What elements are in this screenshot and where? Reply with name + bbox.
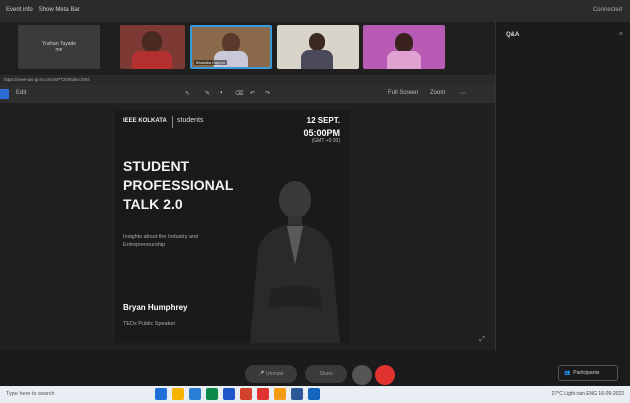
tab-meta-bar[interactable]: Show Meta Bar <box>39 7 80 13</box>
edge-icon[interactable] <box>189 388 201 400</box>
participant-video-active-speaker[interactable]: Bhawika Kapoor <box>190 25 272 69</box>
undo-icon[interactable]: ↶ <box>250 90 255 97</box>
tab-event-info[interactable]: Event info <box>6 7 33 13</box>
event-date-block: 12 SEPT. 05:00PM (GMT +5:30) <box>303 116 340 144</box>
taskbar-search[interactable]: Type here to search <box>6 391 55 397</box>
webex-icon[interactable] <box>308 388 320 400</box>
redo-icon[interactable]: ↷ <box>265 90 270 97</box>
microphone-icon: 🎤 <box>258 371 267 377</box>
participant-video-3[interactable] <box>277 25 359 69</box>
mail-icon[interactable] <box>223 388 235 400</box>
windows-taskbar: Type here to search 27°C Light rain ENG … <box>0 386 630 403</box>
unmute-label: Unmute <box>266 371 284 377</box>
shared-window-title: https://ieee-ias-gcsr.com/SPT20/index.ht… <box>0 75 495 85</box>
store-icon[interactable] <box>206 388 218 400</box>
app-icon[interactable] <box>274 388 286 400</box>
chrome-icon[interactable] <box>240 388 252 400</box>
participant-head <box>395 33 413 53</box>
more-options-button[interactable] <box>352 365 372 385</box>
participant-video-4[interactable] <box>363 25 445 69</box>
word-icon[interactable] <box>291 388 303 400</box>
expand-icon[interactable]: ⤢ <box>479 336 485 344</box>
event-description: Insights about the Industry and Entrepre… <box>123 234 199 248</box>
screen-share-area: https://ieee-ias-gcsr.com/SPT20/index.ht… <box>0 75 495 350</box>
speaker-role: TEDx Public Speaker <box>123 321 176 327</box>
participant-head <box>309 33 325 51</box>
fullscreen-button[interactable]: Full Screen <box>388 90 418 96</box>
people-icon: 👥 <box>564 370 571 376</box>
start-icon[interactable] <box>155 388 167 400</box>
end-call-button[interactable] <box>375 365 395 385</box>
meeting-controls: 🎤 Unmute Share <box>0 350 630 386</box>
logo-divider <box>172 116 173 128</box>
share-label: Share <box>319 371 333 377</box>
unmute-button[interactable]: 🎤 Unmute <box>245 365 297 383</box>
active-speaker-label: Bhawika Kapoor <box>194 60 228 65</box>
connection-status: Connected <box>592 7 622 13</box>
participant-tile-self[interactable]: Yushan Tayade me <box>18 25 100 69</box>
qa-title: Q&A <box>506 32 520 38</box>
participant-head <box>222 33 240 53</box>
event-headline: STUDENT PROFESSIONAL TALK 2.0 <box>123 157 233 214</box>
participant-head <box>142 31 162 53</box>
speaker-photo <box>250 181 340 343</box>
participant-sub: me <box>55 47 63 53</box>
window-top-bar: Event info Show Meta Bar Connected <box>0 0 630 22</box>
pointer-icon[interactable]: ↖ <box>185 90 190 97</box>
event-poster: IEEE KOLKATA students 12 SEPT. 05:00PM (… <box>115 110 350 343</box>
video-gallery: Yushan Tayade me Bhawika Kapoor <box>0 22 495 72</box>
participants-label: Participants <box>573 370 600 376</box>
file-explorer-icon[interactable] <box>172 388 184 400</box>
more-icon[interactable]: ⋯ <box>460 90 466 97</box>
zoom-button[interactable]: Zoom <box>430 90 445 96</box>
event-timezone: (GMT +5:30) <box>311 138 340 144</box>
event-time: 05:00PM <box>303 128 340 138</box>
participant-body <box>387 51 421 69</box>
share-toolbar: Edit ↖ ✎ ◐ ⌫ ↶ ↷ Full Screen Zoom ⋯ <box>0 85 495 103</box>
annotate-button[interactable] <box>0 89 9 99</box>
headline-line-3: TALK 2.0 <box>123 196 183 212</box>
highlight-icon[interactable]: ◐ <box>220 90 224 96</box>
participant-video-1[interactable] <box>120 25 185 69</box>
pen-icon[interactable]: ✎ <box>205 90 210 97</box>
participants-button[interactable]: 👥 Participants <box>558 365 618 381</box>
share-button[interactable]: Share <box>305 365 347 383</box>
participant-body <box>301 50 333 69</box>
event-date: 12 SEPT. <box>306 116 340 125</box>
system-tray: 27°C Light rain ENG 16-09-2022 <box>551 391 624 397</box>
close-icon[interactable]: × <box>619 31 623 38</box>
youtube-icon[interactable] <box>257 388 269 400</box>
edit-button[interactable]: Edit <box>16 90 26 96</box>
headline-line-2: PROFESSIONAL <box>123 177 234 193</box>
qa-panel: Q&A × <box>495 22 630 368</box>
speaker-name: Bryan Humphrey <box>123 303 188 312</box>
headline-line-1: STUDENT <box>123 158 190 174</box>
participant-body <box>132 51 172 69</box>
eraser-icon[interactable]: ⌫ <box>235 90 243 97</box>
logo-subtitle: students <box>177 117 204 124</box>
ieee-logo: IEEE KOLKATA <box>123 118 167 124</box>
